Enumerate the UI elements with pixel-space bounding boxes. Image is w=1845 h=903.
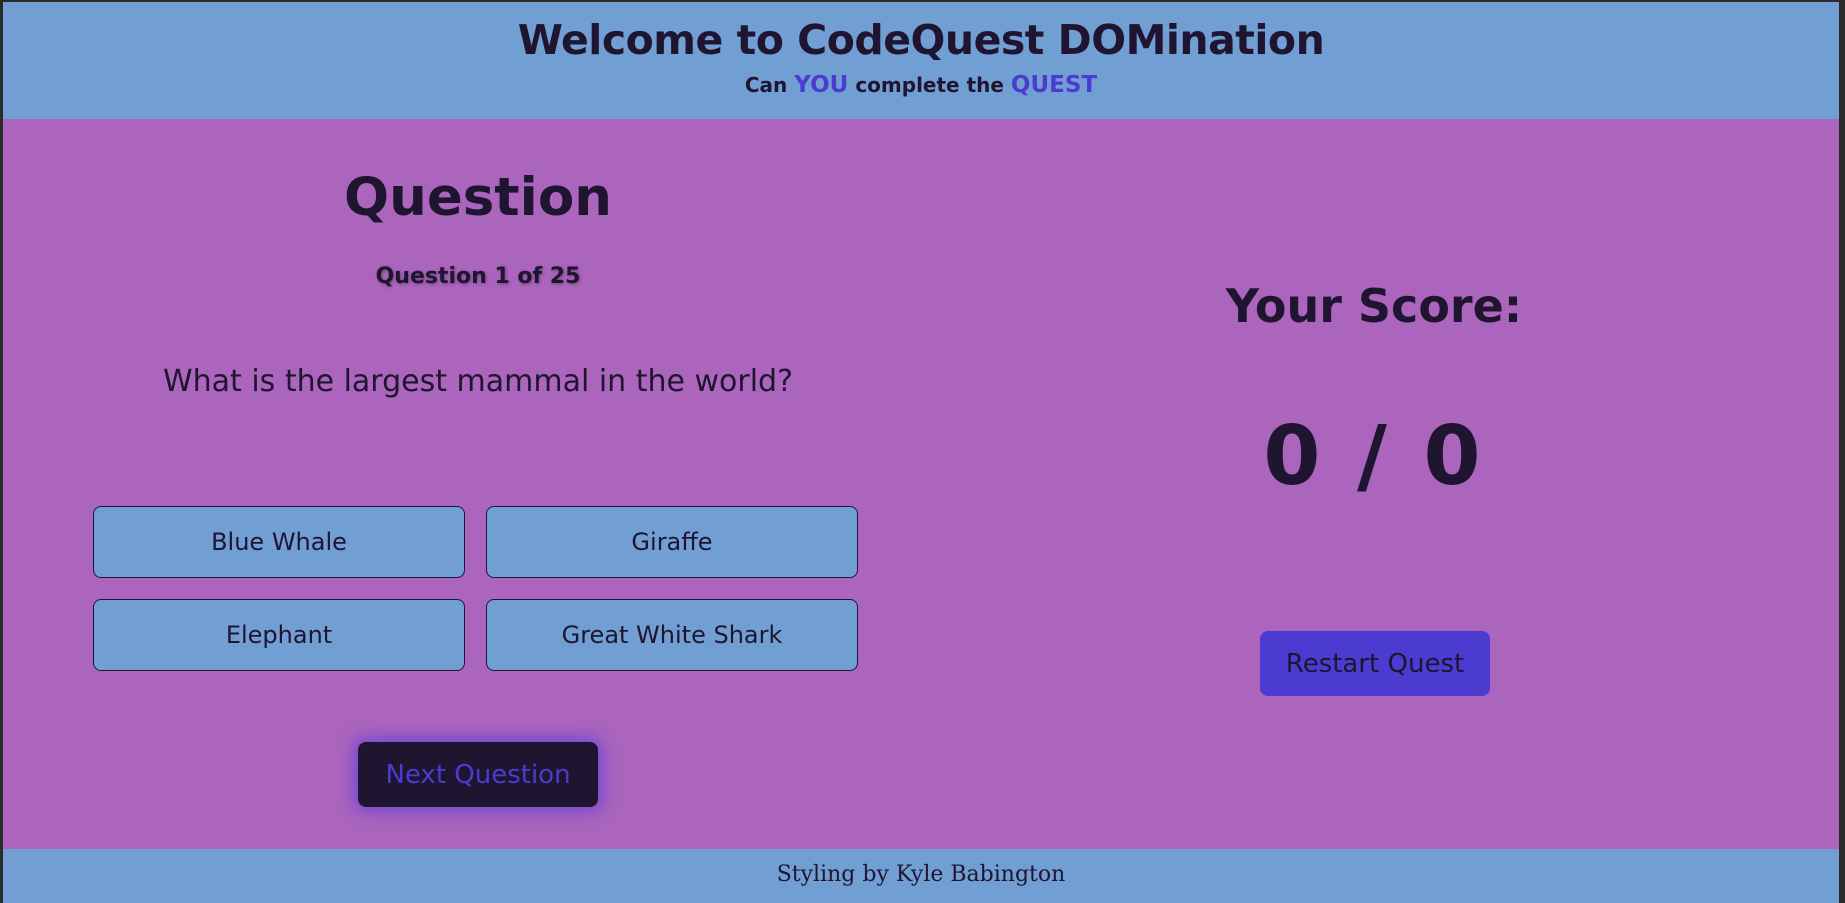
footer-credit: Styling by Kyle Babington: [776, 862, 1066, 887]
question-text: What is the largest mammal in the world?: [162, 364, 794, 399]
site-subtitle: Can YOU complete the QUEST: [3, 72, 1839, 98]
site-header: Welcome to CodeQuest DOMination Can YOU …: [3, 2, 1839, 119]
answer-button-great-white-shark[interactable]: Great White Shark: [486, 599, 858, 671]
question-heading: Question: [344, 167, 612, 228]
site-title: Welcome to CodeQuest DOMination: [517, 16, 1325, 64]
question-counter: Question 1 of 25: [375, 264, 581, 289]
window-edge: [1839, 0, 1845, 903]
score-value: 0 / 0: [1263, 409, 1485, 504]
subtitle-middle: complete the: [855, 73, 1004, 97]
subtitle-you: YOU: [794, 72, 849, 98]
answer-button-giraffe[interactable]: Giraffe: [486, 506, 858, 578]
restart-quest-button[interactable]: Restart Quest: [1260, 631, 1490, 696]
site-footer: Styling by Kyle Babington: [3, 849, 1839, 903]
score-heading: Your Score:: [1225, 279, 1523, 333]
score-panel: Your Score: 0 / 0 Restart Quest: [953, 119, 1839, 849]
subtitle-prefix: Can: [744, 73, 788, 97]
question-panel: Question Question 1 of 25 What is the la…: [3, 119, 953, 849]
answer-button-blue-whale[interactable]: Blue Whale: [93, 506, 465, 578]
page: Welcome to CodeQuest DOMination Can YOU …: [3, 2, 1839, 903]
answer-button-elephant[interactable]: Elephant: [93, 599, 465, 671]
next-question-button[interactable]: Next Question: [358, 742, 598, 807]
subtitle-quest: QUEST: [1010, 72, 1098, 98]
